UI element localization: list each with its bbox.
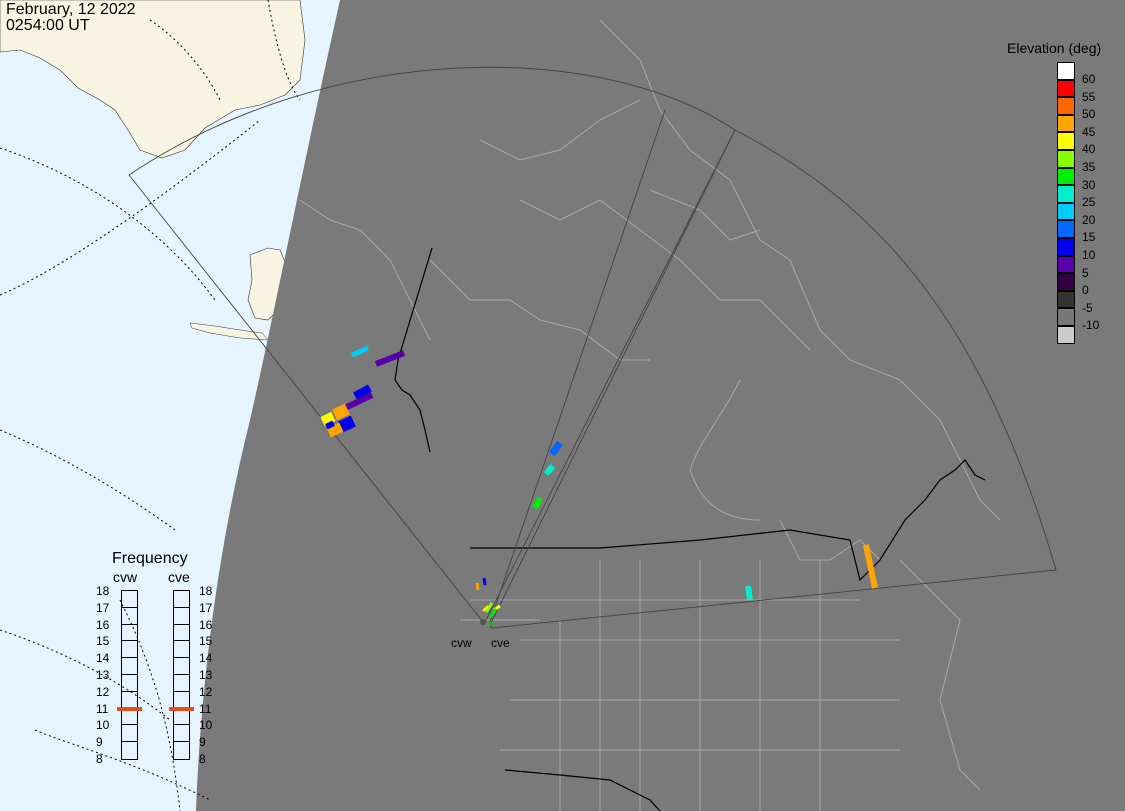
legend-label: 40 [1082, 142, 1096, 157]
frequency-gridline [173, 606, 190, 608]
radar-site-label-cve: cve [491, 636, 510, 650]
frequency-gridline [173, 724, 190, 726]
legend-label: 30 [1082, 177, 1096, 192]
frequency-marker-cve [169, 707, 194, 712]
legend-swatch [1057, 255, 1075, 274]
frequency-gridline [121, 640, 138, 642]
legend-swatch [1057, 220, 1075, 238]
frequency-tick-label: 16 [199, 617, 213, 632]
legend-swatch [1057, 114, 1075, 133]
legend-swatch [1057, 167, 1075, 186]
time-label: 0254:00 UT [6, 17, 90, 34]
map-viewer: February, 12 2022 0254:00 UT Elevation (… [0, 0, 1125, 811]
elevation-legend-title: Elevation (deg) [1007, 40, 1102, 56]
legend-label: 55 [1082, 89, 1096, 104]
frequency-tick-label: 17 [199, 600, 213, 615]
frequency-tick-label: 13 [199, 668, 213, 682]
legend-label: -5 [1082, 300, 1093, 315]
legend-swatch [1057, 185, 1075, 203]
frequency-gridline [173, 690, 190, 692]
frequency-tick-label: 14 [199, 651, 213, 666]
frequency-gridline [121, 741, 138, 743]
legend-swatch [1057, 132, 1075, 150]
date-label: February, 12 2022 [6, 1, 136, 18]
radar-site-label-cvw: cvw [451, 636, 472, 650]
frequency-tick-label: 15 [96, 634, 110, 649]
frequency-gridline [173, 640, 190, 642]
frequency-tick-label: 16 [96, 617, 110, 632]
frequency-tick-label: 18 [199, 584, 213, 598]
frequency-column-cve [173, 590, 190, 760]
frequency-column-cvw [121, 590, 138, 760]
frequency-title: Frequency [112, 550, 188, 567]
frequency-gridline [121, 657, 138, 659]
frequency-tick-label: 12 [199, 684, 213, 699]
legend-swatch [1057, 97, 1075, 115]
frequency-gridline [121, 724, 138, 726]
frequency-tick-label: 11 [199, 701, 212, 716]
radar-site-cve [489, 622, 493, 626]
legend-label: 60 [1082, 72, 1096, 86]
legend-label: 50 [1082, 107, 1096, 122]
frequency-gridline [121, 606, 138, 608]
frequency-tick-label: 15 [199, 634, 213, 649]
frequency-gridline [173, 657, 190, 659]
frequency-tick-label: 9 [96, 735, 103, 750]
legend-swatch [1057, 62, 1075, 80]
legend-swatch [1057, 290, 1075, 309]
frequency-gridline [121, 690, 138, 692]
frequency-tick-label: 13 [96, 668, 110, 682]
frequency-gridline [121, 623, 138, 625]
legend-label: 20 [1082, 212, 1096, 227]
frequency-gridline [121, 674, 138, 675]
legend-swatch [1057, 202, 1075, 221]
legend-swatch [1057, 79, 1075, 98]
frequency-gridline [173, 674, 190, 675]
radar-site-cvw [480, 619, 486, 625]
frequency-tick-label: 17 [96, 600, 110, 615]
night-region [196, 0, 1125, 811]
frequency-gridline [173, 741, 190, 743]
legend-swatch [1057, 150, 1075, 168]
frequency-tick-label: 12 [96, 684, 110, 699]
legend-swatch [1057, 273, 1075, 291]
legend-label: 35 [1082, 160, 1096, 174]
frequency-gridline [173, 623, 190, 625]
legend-swatch [1057, 326, 1075, 344]
frequency-tick-label: 10 [96, 718, 110, 733]
frequency-tick-label: 9 [199, 735, 206, 750]
legend-label: 45 [1082, 124, 1096, 139]
map-canvas [0, 0, 1125, 811]
legend-label: 0 [1082, 283, 1089, 298]
legend-label: 5 [1082, 265, 1089, 280]
frequency-tick-label: 8 [96, 752, 103, 766]
frequency-tick-label: 11 [96, 701, 109, 716]
frequency-tick-label: 8 [199, 752, 206, 766]
legend-label: 25 [1082, 195, 1096, 210]
radar-label-cve: cve [168, 569, 190, 585]
frequency-tick-label: 14 [96, 651, 110, 666]
legend-swatch [1057, 308, 1075, 326]
legend-label: 10 [1082, 248, 1096, 262]
frequency-marker-cvw [117, 707, 142, 712]
radar-label-cvw: cvw [113, 569, 138, 585]
legend-label: 15 [1082, 230, 1096, 245]
frequency-tick-label: 10 [199, 718, 213, 733]
legend-label: -10 [1082, 318, 1100, 333]
legend-swatch [1057, 238, 1075, 256]
frequency-tick-label: 18 [96, 584, 110, 598]
